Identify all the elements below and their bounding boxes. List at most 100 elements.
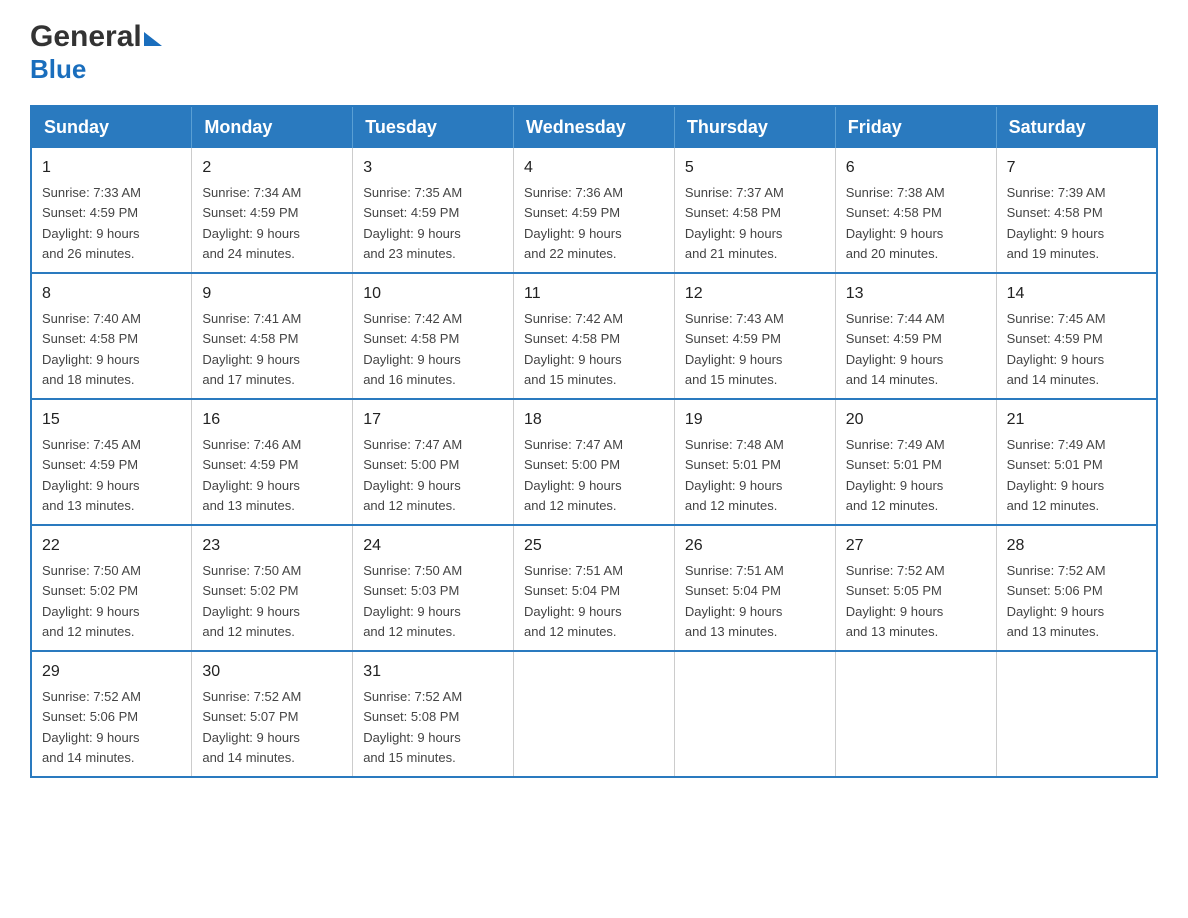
calendar-cell: 26 Sunrise: 7:51 AMSunset: 5:04 PMDayligh… — [674, 525, 835, 651]
calendar-week-row: 22 Sunrise: 7:50 AMSunset: 5:02 PMDayligh… — [31, 525, 1157, 651]
day-number: 13 — [846, 282, 986, 306]
day-info: Sunrise: 7:40 AMSunset: 4:58 PMDaylight:… — [42, 311, 141, 387]
day-info: Sunrise: 7:48 AMSunset: 5:01 PMDaylight:… — [685, 437, 784, 513]
day-info: Sunrise: 7:45 AMSunset: 4:59 PMDaylight:… — [1007, 311, 1106, 387]
day-number: 2 — [202, 156, 342, 180]
calendar-cell: 4 Sunrise: 7:36 AMSunset: 4:59 PMDaylight… — [514, 148, 675, 273]
day-number: 3 — [363, 156, 503, 180]
calendar-cell — [514, 651, 675, 777]
day-number: 9 — [202, 282, 342, 306]
logo-arrow-icon — [144, 32, 162, 46]
day-number: 10 — [363, 282, 503, 306]
day-number: 12 — [685, 282, 825, 306]
col-header-saturday: Saturday — [996, 106, 1157, 148]
calendar-cell: 25 Sunrise: 7:51 AMSunset: 5:04 PMDayligh… — [514, 525, 675, 651]
calendar-cell — [996, 651, 1157, 777]
day-info: Sunrise: 7:34 AMSunset: 4:59 PMDaylight:… — [202, 185, 301, 261]
day-info: Sunrise: 7:43 AMSunset: 4:59 PMDaylight:… — [685, 311, 784, 387]
day-number: 8 — [42, 282, 181, 306]
day-number: 24 — [363, 534, 503, 558]
day-info: Sunrise: 7:42 AMSunset: 4:58 PMDaylight:… — [363, 311, 462, 387]
calendar-cell: 16 Sunrise: 7:46 AMSunset: 4:59 PMDayligh… — [192, 399, 353, 525]
calendar-cell: 12 Sunrise: 7:43 AMSunset: 4:59 PMDayligh… — [674, 273, 835, 399]
day-info: Sunrise: 7:49 AMSunset: 5:01 PMDaylight:… — [1007, 437, 1106, 513]
day-info: Sunrise: 7:50 AMSunset: 5:02 PMDaylight:… — [202, 563, 301, 639]
calendar-cell: 14Sunrise: 7:45 AMSunset: 4:59 PMDayligh… — [996, 273, 1157, 399]
day-info: Sunrise: 7:50 AMSunset: 5:02 PMDaylight:… — [42, 563, 141, 639]
col-header-tuesday: Tuesday — [353, 106, 514, 148]
day-info: Sunrise: 7:47 AMSunset: 5:00 PMDaylight:… — [524, 437, 623, 513]
day-number: 11 — [524, 282, 664, 306]
calendar-cell — [835, 651, 996, 777]
calendar-cell: 15 Sunrise: 7:45 AMSunset: 4:59 PMDayligh… — [31, 399, 192, 525]
calendar-cell: 17Sunrise: 7:47 AMSunset: 5:00 PMDayligh… — [353, 399, 514, 525]
day-info: Sunrise: 7:42 AMSunset: 4:58 PMDaylight:… — [524, 311, 623, 387]
logo-general-text: General — [30, 20, 142, 54]
day-info: Sunrise: 7:52 AMSunset: 5:07 PMDaylight:… — [202, 689, 301, 765]
calendar-week-row: 1Sunrise: 7:33 AMSunset: 4:59 PMDaylight… — [31, 148, 1157, 273]
col-header-thursday: Thursday — [674, 106, 835, 148]
day-number: 20 — [846, 408, 986, 432]
calendar-cell: 28Sunrise: 7:52 AMSunset: 5:06 PMDayligh… — [996, 525, 1157, 651]
col-header-friday: Friday — [835, 106, 996, 148]
calendar-cell: 22 Sunrise: 7:50 AMSunset: 5:02 PMDayligh… — [31, 525, 192, 651]
day-info: Sunrise: 7:38 AMSunset: 4:58 PMDaylight:… — [846, 185, 945, 261]
calendar-week-row: 8 Sunrise: 7:40 AMSunset: 4:58 PMDaylight… — [31, 273, 1157, 399]
day-number: 1 — [42, 156, 181, 180]
day-number: 7 — [1007, 156, 1146, 180]
day-info: Sunrise: 7:50 AMSunset: 5:03 PMDaylight:… — [363, 563, 462, 639]
calendar-cell: 30 Sunrise: 7:52 AMSunset: 5:07 PMDayligh… — [192, 651, 353, 777]
day-info: Sunrise: 7:46 AMSunset: 4:59 PMDaylight:… — [202, 437, 301, 513]
day-number: 31 — [363, 660, 503, 684]
day-number: 18 — [524, 408, 664, 432]
calendar-cell: 20Sunrise: 7:49 AMSunset: 5:01 PMDayligh… — [835, 399, 996, 525]
day-info: Sunrise: 7:41 AMSunset: 4:58 PMDaylight:… — [202, 311, 301, 387]
col-header-sunday: Sunday — [31, 106, 192, 148]
day-info: Sunrise: 7:35 AMSunset: 4:59 PMDaylight:… — [363, 185, 462, 261]
calendar-cell: 5 Sunrise: 7:37 AMSunset: 4:58 PMDaylight… — [674, 148, 835, 273]
day-info: Sunrise: 7:37 AMSunset: 4:58 PMDaylight:… — [685, 185, 784, 261]
calendar-cell: 21 Sunrise: 7:49 AMSunset: 5:01 PMDayligh… — [996, 399, 1157, 525]
calendar-week-row: 29 Sunrise: 7:52 AMSunset: 5:06 PMDayligh… — [31, 651, 1157, 777]
calendar-cell: 13 Sunrise: 7:44 AMSunset: 4:59 PMDayligh… — [835, 273, 996, 399]
day-number: 16 — [202, 408, 342, 432]
col-header-monday: Monday — [192, 106, 353, 148]
calendar-cell: 24 Sunrise: 7:50 AMSunset: 5:03 PMDayligh… — [353, 525, 514, 651]
day-number: 25 — [524, 534, 664, 558]
day-info: Sunrise: 7:45 AMSunset: 4:59 PMDaylight:… — [42, 437, 141, 513]
day-number: 26 — [685, 534, 825, 558]
calendar-cell: 19Sunrise: 7:48 AMSunset: 5:01 PMDayligh… — [674, 399, 835, 525]
day-info: Sunrise: 7:51 AMSunset: 5:04 PMDaylight:… — [524, 563, 623, 639]
page-header: General Blue — [30, 20, 1158, 85]
calendar-cell: 1Sunrise: 7:33 AMSunset: 4:59 PMDaylight… — [31, 148, 192, 273]
calendar-cell: 18 Sunrise: 7:47 AMSunset: 5:00 PMDayligh… — [514, 399, 675, 525]
calendar-cell: 7 Sunrise: 7:39 AMSunset: 4:58 PMDaylight… — [996, 148, 1157, 273]
logo: General Blue — [30, 20, 162, 85]
col-header-wednesday: Wednesday — [514, 106, 675, 148]
day-info: Sunrise: 7:52 AMSunset: 5:06 PMDaylight:… — [42, 689, 141, 765]
calendar-cell: 9 Sunrise: 7:41 AMSunset: 4:58 PMDaylight… — [192, 273, 353, 399]
day-info: Sunrise: 7:44 AMSunset: 4:59 PMDaylight:… — [846, 311, 945, 387]
calendar-cell: 6Sunrise: 7:38 AMSunset: 4:58 PMDaylight… — [835, 148, 996, 273]
day-number: 29 — [42, 660, 181, 684]
calendar-cell: 31 Sunrise: 7:52 AMSunset: 5:08 PMDayligh… — [353, 651, 514, 777]
calendar-cell: 10 Sunrise: 7:42 AMSunset: 4:58 PMDayligh… — [353, 273, 514, 399]
day-number: 23 — [202, 534, 342, 558]
day-number: 15 — [42, 408, 181, 432]
day-info: Sunrise: 7:39 AMSunset: 4:58 PMDaylight:… — [1007, 185, 1106, 261]
day-number: 22 — [42, 534, 181, 558]
calendar-cell: 27Sunrise: 7:52 AMSunset: 5:05 PMDayligh… — [835, 525, 996, 651]
calendar-week-row: 15 Sunrise: 7:45 AMSunset: 4:59 PMDayligh… — [31, 399, 1157, 525]
day-info: Sunrise: 7:36 AMSunset: 4:59 PMDaylight:… — [524, 185, 623, 261]
calendar-table: SundayMondayTuesdayWednesdayThursdayFrid… — [30, 105, 1158, 778]
logo-blue-text: Blue — [30, 54, 86, 84]
day-number: 5 — [685, 156, 825, 180]
day-info: Sunrise: 7:51 AMSunset: 5:04 PMDaylight:… — [685, 563, 784, 639]
day-number: 21 — [1007, 408, 1146, 432]
calendar-cell: 3 Sunrise: 7:35 AMSunset: 4:59 PMDaylight… — [353, 148, 514, 273]
day-number: 4 — [524, 156, 664, 180]
calendar-cell: 2 Sunrise: 7:34 AMSunset: 4:59 PMDaylight… — [192, 148, 353, 273]
day-info: Sunrise: 7:52 AMSunset: 5:08 PMDaylight:… — [363, 689, 462, 765]
day-number: 30 — [202, 660, 342, 684]
calendar-cell: 8 Sunrise: 7:40 AMSunset: 4:58 PMDaylight… — [31, 273, 192, 399]
